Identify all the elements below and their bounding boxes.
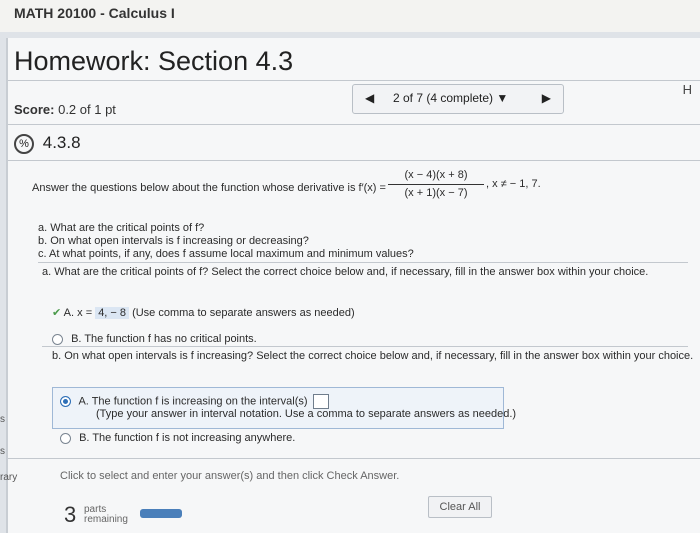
choice-a-text: A. The function f is increasing on the i… (78, 395, 308, 408)
progress-bar (140, 509, 182, 518)
title-divider (8, 80, 700, 81)
footer-divider (8, 458, 700, 459)
header-right-label: H (682, 82, 692, 97)
parts-divider (38, 262, 688, 263)
choice-a-radio-selected[interactable] (60, 396, 71, 407)
question-prompt: Answer the questions below about the fun… (32, 182, 386, 194)
dropdown-arrow-icon: ▼ (496, 91, 509, 105)
part-a-prompt: a. What are the critical points of f? Se… (42, 266, 649, 278)
course-title: MATH 20100 - Calculus I (14, 5, 175, 21)
side-label-s1: s (0, 414, 5, 425)
part-b-choice-b[interactable]: B. The function f is not increasing anyw… (60, 432, 295, 444)
side-label-library: rary (0, 472, 18, 483)
part-a-choice-b[interactable]: B. The function f has no critical points… (52, 333, 257, 345)
homework-title: Homework: Section 4.3 (14, 46, 294, 76)
parts-remaining-count: 3 (64, 502, 77, 527)
clear-all-button[interactable]: Clear All (428, 496, 492, 518)
question-divider (8, 160, 700, 161)
part-b-choice-a[interactable]: A. The function f is increasing on the i… (60, 394, 329, 409)
part-a-choice-a[interactable]: ✔ A. x = 4, − 8 (Use comma to separate a… (52, 306, 355, 319)
domain-condition: , x ≠ − 1, 7. (486, 178, 541, 190)
score-divider (8, 124, 700, 125)
checkmark-icon: ✔ (52, 307, 62, 319)
derivative-numerator: (x − 4)(x + 8) (404, 169, 468, 181)
interval-answer-box[interactable] (312, 394, 329, 409)
choice-a-letter: A. (63, 307, 75, 319)
critical-points-answer[interactable]: 4, − 8 (95, 307, 130, 319)
part-b-choice-b-text: B. The function f is not increasing anyw… (79, 432, 296, 444)
choice-a-hint: (Use comma to separate answers as needed… (132, 307, 355, 319)
derivative-denominator: (x + 1)(x − 7) (404, 187, 468, 199)
next-question-button[interactable]: ▶ (542, 91, 551, 105)
choice-b-text: B. The function f has no critical points… (71, 333, 257, 345)
score: Score: 0.2 of 1 pt (14, 102, 116, 117)
choice-a-x: x = (77, 307, 93, 319)
top-bar: MATH 20100 - Calculus I (0, 0, 700, 32)
progress-fill (140, 509, 182, 518)
fraction-bar (388, 184, 484, 185)
part-b-choice-a-hint: (Type your answer in interval notation. … (96, 408, 517, 420)
score-label: Score: (14, 102, 55, 117)
question-position-dropdown[interactable]: 2 of 7 (4 complete) ▼ (393, 91, 508, 105)
question-navigator: ◀ 2 of 7 (4 complete) ▼ ▶ (352, 84, 564, 114)
choice-b-radio[interactable] (52, 333, 63, 345)
question-number-text: 4.3.8 (42, 133, 81, 152)
part-a-divider (42, 346, 688, 347)
score-value: 0.2 of 1 pt (58, 102, 116, 117)
instruction-text: Click to select and enter your answer(s)… (60, 470, 400, 482)
question-position: 2 of 7 (4 complete) (393, 91, 494, 105)
part-b-choice-b-radio[interactable] (60, 432, 71, 444)
part-list-b: b. On what open intervals is f increasin… (38, 235, 309, 247)
side-label-s2: s (0, 446, 5, 457)
part-list-a: a. What are the critical points of f? (38, 222, 205, 234)
parts-remaining-label: parts remaining (84, 505, 128, 525)
part-list-c: c. At what points, if any, does f assume… (38, 248, 414, 260)
partial-credit-icon: % (14, 133, 34, 154)
remaining-label: remaining (84, 514, 128, 525)
part-b-prompt: b. On what open intervals is f increasin… (52, 350, 694, 362)
previous-question-button[interactable]: ◀ (365, 91, 374, 105)
question-number: % 4.3.8 (14, 133, 81, 154)
